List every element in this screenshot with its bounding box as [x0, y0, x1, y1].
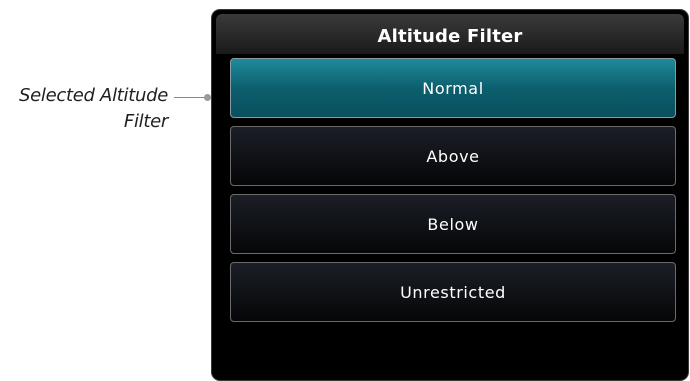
callout-label-line2: Filter [123, 111, 168, 132]
panel-header: Altitude Filter [216, 14, 684, 54]
option-label: Unrestricted [400, 282, 506, 302]
callout-leader-line [174, 97, 208, 98]
callout-label: Selected Altitude Filter [0, 83, 168, 135]
callout-leader-dot [204, 94, 211, 101]
option-unrestricted-button[interactable]: Unrestricted [230, 262, 676, 322]
option-label: Normal [422, 78, 484, 98]
option-below-button[interactable]: Below [230, 194, 676, 254]
altitude-filter-panel: Altitude Filter Normal Above Below Unres… [212, 10, 688, 380]
option-above-button[interactable]: Above [230, 126, 676, 186]
callout-label-line1: Selected Altitude [19, 85, 168, 106]
screenshot-stage: Selected Altitude Filter Altitude Filter… [0, 0, 690, 381]
option-normal-button[interactable]: Normal [230, 58, 676, 118]
option-label: Below [427, 214, 479, 234]
panel-title: Altitude Filter [377, 25, 523, 47]
option-label: Above [426, 146, 480, 166]
